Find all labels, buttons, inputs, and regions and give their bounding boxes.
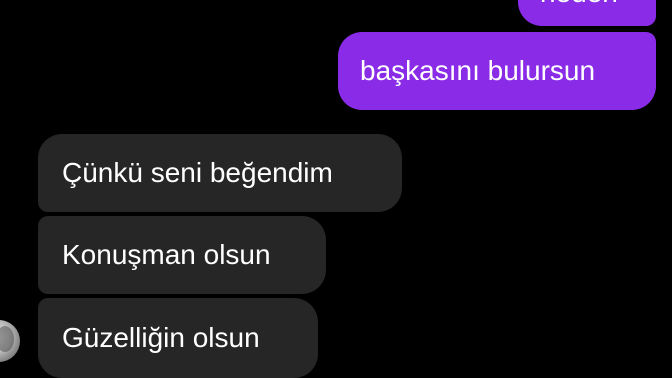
received-message-bubble[interactable]: Çünkü seni beğendim: [38, 134, 402, 212]
message-text: Güzelliğin olsun: [62, 322, 260, 353]
message-text: Çünkü seni beğendim: [62, 157, 333, 188]
received-message-bubble[interactable]: Konuşman olsun: [38, 216, 326, 294]
message-text: başkasını bulursun: [360, 55, 596, 86]
received-message-bubble[interactable]: Güzelliğin olsun: [38, 298, 318, 378]
sent-message-bubble[interactable]: neden: [518, 0, 656, 26]
message-text: Konuşman olsun: [62, 239, 271, 270]
message-text: neden: [540, 0, 618, 10]
sent-message-bubble[interactable]: başkasını bulursun: [338, 32, 656, 110]
message-thread: neden başkasını bulursun Çünkü seni beğe…: [0, 0, 672, 378]
sender-avatar[interactable]: [0, 320, 20, 362]
